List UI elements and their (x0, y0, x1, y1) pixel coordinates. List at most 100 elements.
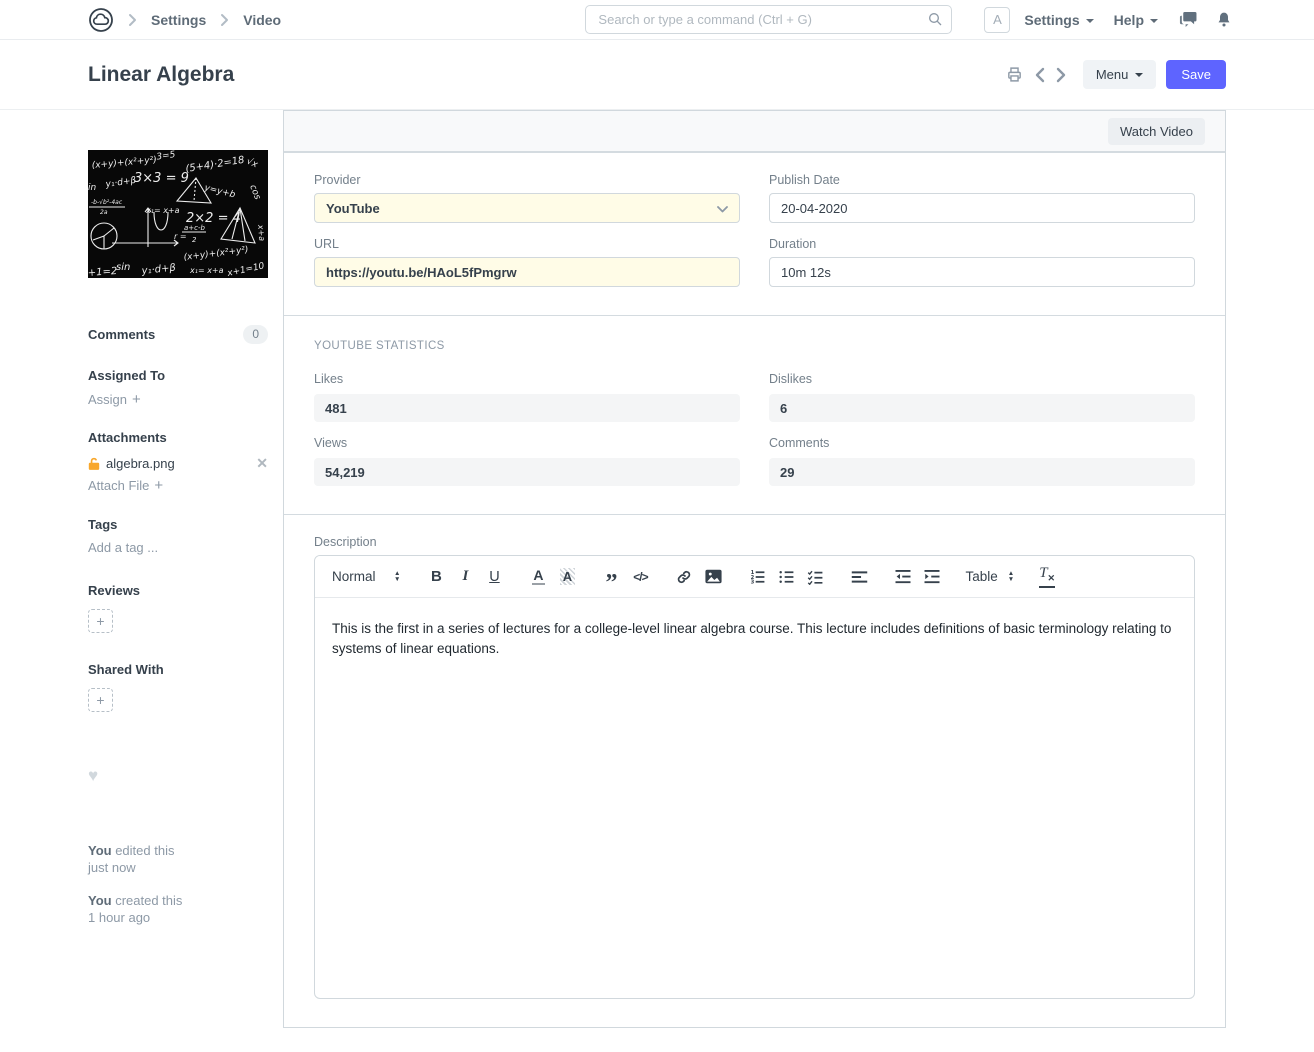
provider-field: Provider YouTube (314, 173, 740, 223)
add-share-button[interactable]: + (88, 688, 113, 712)
dislikes-label: Dislikes (769, 372, 813, 386)
form-sidebar: (x+y)+(x²+y²) 3×3 = 9 (5+4)·2=18 .3=5 √x… (88, 110, 268, 942)
publish-date-label: Publish Date (769, 173, 840, 187)
reviews-label: Reviews (88, 583, 141, 598)
likes-label: Likes (314, 372, 344, 386)
assign-button[interactable]: Assign + (88, 392, 141, 408)
italic-icon[interactable]: I (454, 564, 476, 590)
activity-action: edited this (111, 843, 175, 858)
clear-format-icon[interactable]: T✕ (1036, 564, 1058, 590)
url-input[interactable]: https://youtu.be/HAoL5fPmgrw (314, 257, 740, 287)
provider-select[interactable]: YouTube (314, 193, 740, 223)
link-icon[interactable] (673, 564, 695, 590)
updown-icon: ▲ ▼ (1007, 570, 1015, 583)
publish-date-field: Publish Date 20-04-2020 (769, 173, 1195, 223)
svg-text:cos: cos (247, 183, 262, 201)
print-icon[interactable] (1006, 66, 1023, 83)
duration-label: Duration (769, 237, 817, 251)
global-search (585, 5, 953, 34)
add-review-button[interactable]: + (88, 609, 113, 633)
watch-video-button[interactable]: Watch Video (1108, 117, 1205, 145)
dislikes-field: Dislikes 6 (769, 372, 1195, 422)
form-card: Watch Video Provider YouTube Publish Dat… (283, 110, 1226, 1028)
chat-icon[interactable] (1178, 11, 1197, 28)
menu-button-label: Menu (1095, 67, 1129, 82)
menu-button[interactable]: Menu (1082, 60, 1157, 89)
description-label: Description (314, 535, 377, 549)
activity-time: 1 hour ago (88, 910, 151, 925)
video-thumbnail[interactable]: (x+y)+(x²+y²) 3×3 = 9 (5+4)·2=18 .3=5 √x… (88, 150, 268, 278)
add-tag-input[interactable]: Add a tag ... (88, 540, 158, 555)
notifications-bell-icon[interactable] (1216, 11, 1232, 29)
align-icon[interactable] (848, 564, 870, 590)
highlight-color-icon[interactable]: A (556, 564, 578, 590)
url-label: URL (314, 237, 340, 251)
image-icon[interactable] (702, 564, 724, 590)
comments-label[interactable]: Comments (88, 327, 155, 342)
attach-file-label: Attach File (88, 478, 150, 493)
underline-icon[interactable]: U (483, 564, 505, 590)
description-editor-content[interactable]: This is the first in a series of lecture… (315, 598, 1194, 998)
duration-field: Duration 10m 12s (769, 237, 1195, 287)
svg-text:x+a: x+a (256, 223, 266, 241)
blockquote-icon[interactable]: ” (600, 564, 622, 595)
code-icon[interactable]: </> (629, 564, 651, 590)
svg-text:(5+4)·2=18: (5+4)·2=18 (185, 155, 246, 175)
activity-edited: You edited this just now (88, 842, 268, 876)
editor-toolbar: Normal ▲ ▼ B I U A A ” </> 1 2 3 Table ▲… (315, 556, 1194, 598)
views-label: Views (314, 436, 348, 450)
svg-text:x+1=10: x+1=10 (226, 261, 266, 278)
unlock-icon[interactable] (88, 457, 100, 470)
text-color-icon[interactable]: A (527, 564, 549, 590)
breadcrumb-chevron-icon (128, 13, 137, 27)
attachment-file-link[interactable]: algebra.png (106, 456, 175, 471)
provider-value: YouTube (326, 200, 380, 216)
likes-value: 481 (314, 394, 740, 422)
breadcrumb-video[interactable]: Video (243, 12, 281, 28)
remove-attachment-icon[interactable]: ✕ (256, 455, 268, 472)
outdent-icon[interactable] (892, 564, 914, 590)
checklist-icon[interactable] (804, 564, 826, 590)
bold-icon[interactable]: B (425, 564, 447, 590)
user-avatar[interactable]: A (984, 6, 1011, 33)
svg-text:2: 2 (192, 236, 197, 244)
table-select[interactable]: Table ▲ ▼ (965, 564, 1014, 590)
breadcrumb-settings[interactable]: Settings (151, 12, 206, 28)
bullet-list-icon[interactable] (775, 564, 797, 590)
breadcrumb-chevron-icon (220, 13, 229, 27)
indent-icon[interactable] (921, 564, 943, 590)
svg-text:3×3 = 9: 3×3 = 9 (134, 171, 189, 186)
search-icon (927, 11, 943, 32)
views-field: Views 54,219 (314, 436, 740, 486)
duration-input[interactable]: 10m 12s (769, 257, 1195, 287)
svg-text:+1=2: +1=2 (88, 266, 118, 278)
next-record-chevron-icon[interactable] (1056, 67, 1067, 83)
assign-label: Assign (88, 392, 128, 407)
comments-field: Comments 29 (769, 436, 1195, 486)
publish-date-input[interactable]: 20-04-2020 (769, 193, 1195, 223)
svg-text:3: 3 (751, 579, 755, 584)
attach-file-button[interactable]: Attach File + (88, 478, 163, 494)
page-title: Linear Algebra (88, 62, 235, 86)
ordered-list-icon[interactable]: 123 (746, 564, 768, 590)
section-title: YouTube Statistics (314, 340, 445, 352)
youtube-statistics-section: YouTube Statistics Likes 481 Dislikes 6 … (284, 315, 1225, 514)
comments-value: 29 (769, 458, 1195, 486)
comments-count-badge: 0 (243, 325, 268, 344)
navbar: Settings Video A Settings Help (0, 0, 1314, 40)
app-logo-icon[interactable] (88, 7, 114, 33)
search-input[interactable] (585, 5, 953, 34)
help-menu-label: Help (1113, 11, 1144, 28)
format-select[interactable]: Normal ▲ ▼ (332, 564, 400, 590)
help-menu[interactable]: Help (1114, 12, 1158, 28)
save-button[interactable]: Save (1166, 60, 1226, 89)
attachments-label: Attachments (88, 430, 167, 445)
prev-record-chevron-icon[interactable] (1034, 67, 1045, 83)
chevron-down-icon (1150, 18, 1158, 23)
activity-created: You created this 1 hour ago (88, 892, 268, 926)
views-value: 54,219 (314, 458, 740, 486)
like-heart-icon[interactable]: ♥ (88, 766, 268, 786)
activity-time: just now (88, 860, 136, 875)
settings-menu[interactable]: Settings (1024, 12, 1094, 28)
svg-text:√x: √x (245, 156, 260, 171)
